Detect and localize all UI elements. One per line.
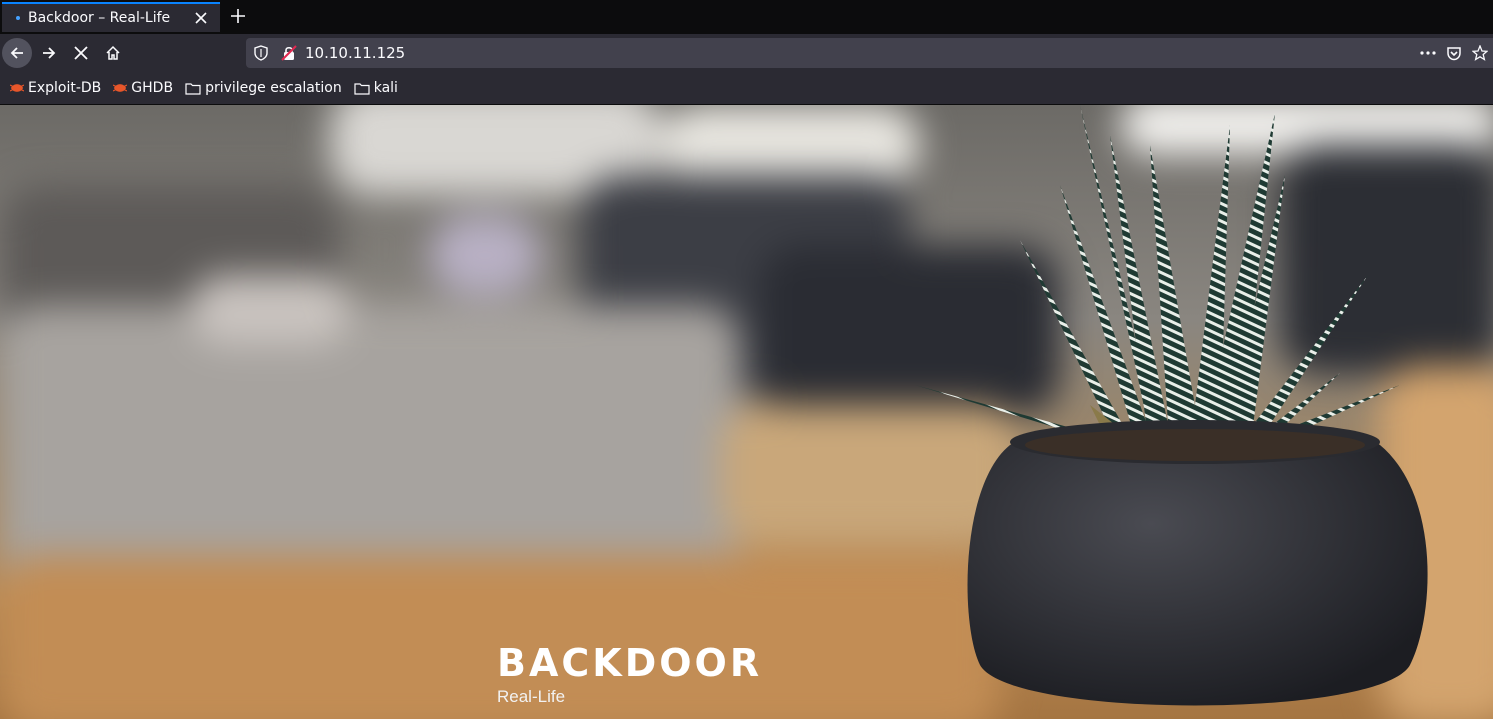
pocket-icon[interactable] (1441, 38, 1467, 68)
bookmark-ghdb[interactable]: GHDB (109, 76, 177, 100)
tracking-protection-shield-icon[interactable] (254, 45, 268, 65)
bookmarks-toolbar: Exploit-DB GHDB privilege escalation kal… (0, 72, 1493, 105)
tab-loading-icon (16, 16, 20, 20)
bookmark-label: GHDB (131, 80, 174, 96)
url-bar[interactable] (246, 38, 1493, 68)
navigation-toolbar (0, 34, 1493, 72)
site-title[interactable]: BACKDOOR (497, 641, 762, 685)
bookmark-exploit-db[interactable]: Exploit-DB (6, 76, 105, 100)
tab-title: Backdoor – Real-Life (28, 10, 171, 26)
bookmark-folder-kali[interactable]: kali (350, 76, 402, 100)
ghdb-icon (113, 84, 128, 92)
folder-icon (185, 82, 201, 95)
home-icon (106, 45, 120, 60)
folder-icon (354, 82, 370, 95)
forward-arrow-icon (43, 47, 56, 59)
tab-strip: Backdoor – Real-Life (0, 0, 1493, 34)
stop-loading-button[interactable] (66, 38, 96, 68)
bookmark-folder-privilege-escalation[interactable]: privilege escalation (181, 76, 346, 100)
stop-x-icon (74, 46, 88, 60)
tab-close-icon[interactable] (190, 7, 212, 29)
plus-icon (231, 9, 245, 23)
home-button[interactable] (98, 38, 128, 68)
forward-button[interactable] (34, 38, 64, 68)
potted-plant-image (900, 105, 1460, 719)
page-actions-menu-icon[interactable] (1415, 38, 1441, 68)
back-button[interactable] (2, 38, 32, 68)
bookmark-label: privilege escalation (205, 80, 342, 96)
bookmark-label: Exploit-DB (28, 80, 102, 96)
bookmark-star-icon[interactable] (1467, 38, 1493, 68)
active-tab[interactable]: Backdoor – Real-Life (2, 2, 220, 32)
exploit-db-icon (10, 84, 24, 92)
url-input[interactable] (305, 44, 1205, 62)
bookmark-label: kali (373, 80, 398, 96)
url-actions (1415, 38, 1493, 68)
new-tab-button[interactable] (226, 4, 250, 28)
site-tagline: Real-Life (497, 687, 566, 706)
insecure-connection-lock-icon[interactable] (281, 45, 297, 65)
back-arrow-icon (10, 47, 23, 59)
hero-header-image: BACKDOOR Real-Life (0, 105, 1493, 719)
